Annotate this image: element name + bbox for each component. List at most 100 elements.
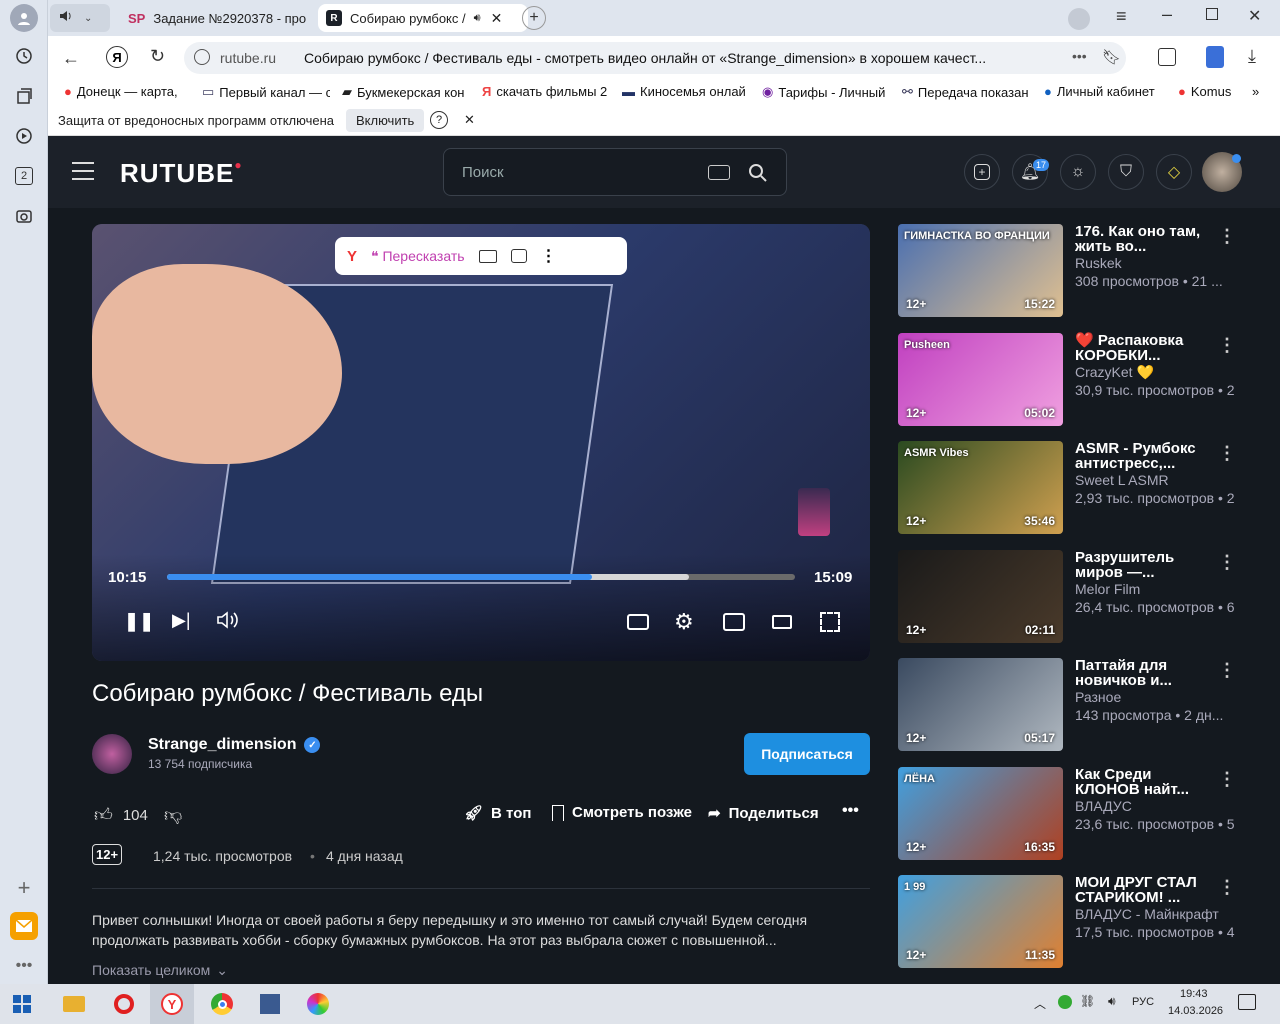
theater-mode-icon[interactable] bbox=[772, 615, 792, 629]
rutube-logo[interactable]: RUTUBE● bbox=[120, 158, 243, 189]
fullscreen-icon[interactable] bbox=[820, 612, 840, 632]
recommendation-thumbnail[interactable]: 12+ 02:11 bbox=[898, 549, 1063, 643]
progress-track[interactable] bbox=[167, 574, 795, 580]
yandex-logo-icon[interactable]: Y bbox=[347, 248, 357, 265]
recommendation-thumbnail[interactable]: ГИМНАСТКА ВО ФРАНЦИИ 12+ 15:22 bbox=[898, 224, 1063, 317]
mail-icon[interactable] bbox=[10, 912, 38, 940]
keyboard-icon[interactable] bbox=[708, 165, 730, 180]
collections-button-icon[interactable] bbox=[1158, 48, 1176, 66]
bookmark-item[interactable]: ▰ Букмекерская кон bbox=[342, 84, 470, 100]
screenshot-icon[interactable] bbox=[10, 202, 38, 230]
app-icon[interactable] bbox=[254, 988, 286, 1020]
enable-protection-button[interactable]: Включить bbox=[346, 109, 425, 132]
clock-date[interactable]: 14.03.2026 bbox=[1168, 1005, 1223, 1017]
history-icon[interactable] bbox=[10, 42, 38, 70]
tab-rutube[interactable]: R Собираю румбокс / 🔊︎ ✕ bbox=[318, 4, 528, 32]
downloads-icon[interactable]: ⤓ bbox=[1248, 46, 1256, 67]
recommendation-channel[interactable]: Разное bbox=[1075, 689, 1121, 705]
chrome-icon[interactable] bbox=[206, 988, 238, 1020]
collections-icon[interactable] bbox=[10, 82, 38, 110]
notification-center-icon[interactable] bbox=[1238, 994, 1256, 1010]
tab-close-icon[interactable]: ✕ bbox=[491, 10, 503, 27]
bookmark-item[interactable]: ● Komus bbox=[1178, 84, 1238, 99]
tab-audio-icon[interactable]: 🔊︎ bbox=[474, 12, 481, 25]
search-field[interactable]: Поиск bbox=[443, 148, 787, 196]
yandex-icon[interactable]: Я bbox=[106, 46, 128, 68]
file-explorer-icon[interactable] bbox=[58, 988, 90, 1020]
tab-zadanie[interactable]: SP Задание №2920378 - про bbox=[120, 4, 310, 32]
tray-chevron-up-icon[interactable]: ︿ bbox=[1034, 995, 1046, 1012]
bookmark-item[interactable]: ⚯ Передача показан bbox=[902, 84, 1032, 100]
recommendation-thumbnail[interactable]: Pusheen 12+ 05:02 bbox=[898, 332, 1063, 426]
recommendation-card[interactable]: ЛЁНА 12+ 16:35 Как Среди КЛОНОВ найт... ВЛАД… bbox=[898, 766, 1278, 862]
pip-icon[interactable] bbox=[723, 613, 745, 631]
recommendation-title[interactable]: МОИ ДРУГ СТАЛ СТАРИКОМ! ... bbox=[1075, 875, 1205, 905]
recommendation-channel[interactable]: Melor Film bbox=[1075, 581, 1140, 597]
recommendation-thumbnail[interactable]: 12+ 05:17 bbox=[898, 658, 1063, 751]
recommendation-card[interactable]: ASMR Vibes 12+ 35:46 ASMR - Румбокс антистр… bbox=[898, 441, 1278, 536]
thumbs-down-icon[interactable]: 👎︎ bbox=[164, 804, 182, 826]
close-window-button[interactable]: ✕ bbox=[1248, 6, 1261, 26]
recommendation-card[interactable]: 12+ 05:17 Паттайя для новичков и... Разное 1… bbox=[898, 658, 1278, 753]
recommendation-title[interactable]: Как Среди КЛОНОВ найт... bbox=[1075, 767, 1205, 797]
channel-name-row[interactable]: Strange_dimension ✓ bbox=[148, 736, 321, 754]
close-warning-icon[interactable]: ✕ bbox=[464, 112, 475, 128]
recommendation-thumbnail[interactable]: ASMR Vibes 12+ 35:46 bbox=[898, 441, 1063, 534]
share-button[interactable]: ➦ Поделиться bbox=[708, 804, 819, 823]
account-icon[interactable] bbox=[1068, 8, 1090, 30]
recommendation-card[interactable]: ГИМНАСТКА ВО ФРАНЦИИ 12+ 15:22 176. Как оно… bbox=[898, 224, 1278, 319]
recommendation-channel[interactable]: Ruskek bbox=[1075, 255, 1122, 271]
more-dots-icon[interactable]: ••• bbox=[1072, 48, 1087, 64]
more-icon[interactable]: ••• bbox=[10, 952, 38, 980]
like-button[interactable]: 👍︎ 104 bbox=[94, 804, 148, 826]
bookmark-item[interactable]: ▬ Киносемья онлай bbox=[622, 84, 750, 99]
bookmark-icon[interactable]: 🔖︎ bbox=[1102, 48, 1121, 66]
video-player[interactable]: Y ❝ Пересказать ⋮ 10:15 15:09 ❚❚ ▶| ⚙ bbox=[92, 224, 870, 661]
tray-app-icon[interactable] bbox=[1058, 995, 1072, 1009]
back-icon[interactable]: ← bbox=[62, 48, 80, 69]
show-more-button[interactable]: Показать целиком ⌄ bbox=[92, 962, 228, 979]
recommendation-card[interactable]: Pusheen 12+ 05:02 ❤️ Распаковка КОРОБКИ... C… bbox=[898, 332, 1278, 428]
recommendation-title[interactable]: Разрушитель миров —... bbox=[1075, 550, 1205, 580]
more-vertical-icon[interactable]: ⋮ bbox=[1218, 443, 1236, 464]
recommendation-channel[interactable]: ВЛАДУС bbox=[1075, 798, 1132, 814]
more-vertical-icon[interactable]: ⋮ bbox=[1218, 877, 1236, 898]
subtitles-icon[interactable] bbox=[627, 614, 649, 630]
recommendation-title[interactable]: ❤️ Распаковка КОРОБКИ... bbox=[1075, 333, 1205, 363]
recommendation-channel[interactable]: ВЛАДУС - Майнкрафт bbox=[1075, 906, 1219, 922]
subtitles-toolbar-icon[interactable] bbox=[478, 249, 497, 263]
help-icon[interactable]: ? bbox=[430, 111, 448, 129]
recommendation-card[interactable]: 1 99 12+ 11:35 МОИ ДРУГ СТАЛ СТАРИКОМ! ... В… bbox=[898, 875, 1278, 970]
search-icon[interactable] bbox=[748, 163, 768, 188]
windows-start-icon[interactable] bbox=[6, 988, 38, 1020]
chevron-down-icon[interactable]: ⌄ bbox=[84, 13, 92, 24]
bookmark-item[interactable]: ● Донецк — карта, bbox=[64, 84, 190, 99]
more-vertical-icon[interactable]: ⋮ bbox=[1218, 660, 1236, 681]
subscribe-button[interactable]: Подписаться bbox=[744, 733, 870, 775]
more-vertical-icon[interactable]: ⋮ bbox=[1218, 769, 1236, 790]
recommendation-thumbnail[interactable]: 1 99 12+ 11:35 bbox=[898, 875, 1063, 968]
speaker-icon[interactable] bbox=[58, 8, 74, 29]
menu-icon[interactable]: ≡ bbox=[1116, 6, 1127, 27]
to-top-button[interactable]: 🚀︎ В топ bbox=[464, 804, 531, 823]
tray-volume-icon[interactable]: 🔊︎ bbox=[1108, 994, 1116, 1009]
channel-avatar[interactable] bbox=[92, 734, 132, 774]
pause-icon[interactable]: ❚❚ bbox=[124, 611, 154, 632]
notifications-button[interactable]: 🔔︎ 17 bbox=[1012, 154, 1050, 190]
bookmark-item[interactable]: Яскачать фильмы 2 bbox=[482, 84, 610, 99]
tabs-count-icon[interactable]: 2 bbox=[10, 162, 38, 190]
more-actions-icon[interactable]: ••• bbox=[842, 802, 859, 820]
settings-gear-icon[interactable]: ⚙ bbox=[674, 609, 694, 635]
hamburger-menu-icon[interactable] bbox=[72, 162, 94, 180]
restore-button[interactable] bbox=[1206, 8, 1218, 20]
reload-icon[interactable]: ↻ bbox=[150, 46, 165, 67]
recommendation-title[interactable]: 176. Как оно там, жить во... bbox=[1075, 224, 1205, 254]
retell-button[interactable]: ❝ Пересказать bbox=[371, 248, 465, 265]
bookmark-item[interactable]: ▭ Первый канал — с bbox=[202, 84, 330, 100]
more-vertical-icon[interactable]: ⋮ bbox=[541, 246, 557, 266]
recommendation-thumbnail[interactable]: ЛЁНА 12+ 16:35 bbox=[898, 766, 1063, 860]
color-app-icon[interactable] bbox=[302, 988, 334, 1020]
bookmarks-overflow-icon[interactable]: » bbox=[1252, 84, 1259, 99]
recommendation-title[interactable]: Паттайя для новичков и... bbox=[1075, 658, 1205, 688]
premium-button[interactable]: ◇ bbox=[1156, 154, 1192, 190]
